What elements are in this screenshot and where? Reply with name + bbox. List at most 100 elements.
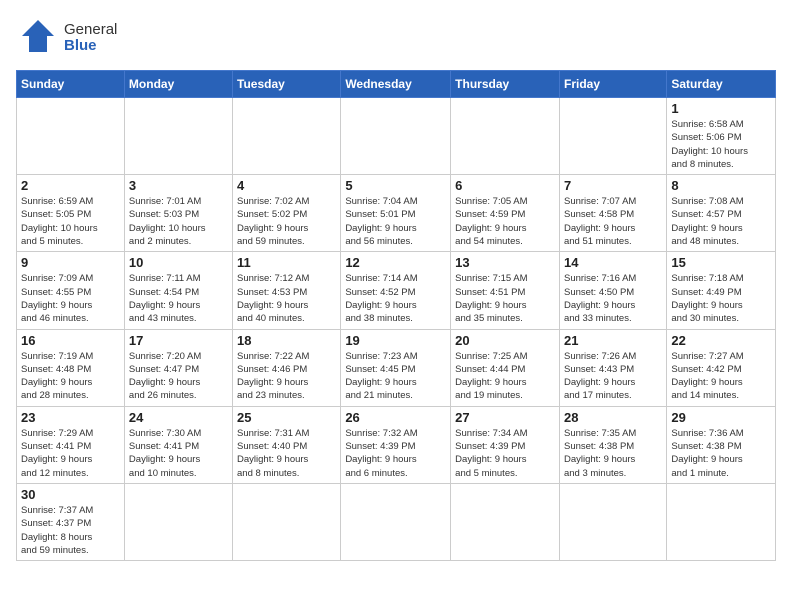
day-info: Sunrise: 7:05 AM Sunset: 4:59 PM Dayligh… <box>455 195 555 248</box>
calendar-cell: 18 Sunrise: 7:22 AM Sunset: 4:46 PM Dayli… <box>233 329 341 406</box>
week-row-6: 30 Sunrise: 7:37 AM Sunset: 4:37 PM Dayli… <box>17 483 776 560</box>
calendar-cell <box>667 483 776 560</box>
logo-blue: Blue <box>64 37 97 54</box>
day-number: 17 <box>129 333 228 348</box>
day-info: Sunrise: 7:18 AM Sunset: 4:49 PM Dayligh… <box>671 272 771 325</box>
day-number: 12 <box>345 255 446 270</box>
calendar-cell: 27Sunrise: 7:34 AM Sunset: 4:39 PM Dayli… <box>451 406 560 483</box>
calendar-cell: 4Sunrise: 7:02 AM Sunset: 5:02 PM Daylig… <box>233 175 341 252</box>
calendar-cell <box>451 483 560 560</box>
calendar-cell: 10Sunrise: 7:11 AM Sunset: 4:54 PM Dayli… <box>124 252 232 329</box>
day-info: Sunrise: 7:16 AM Sunset: 4:50 PM Dayligh… <box>564 272 662 325</box>
calendar-cell: 23 Sunrise: 7:29 AM Sunset: 4:41 PM Dayli… <box>17 406 125 483</box>
calendar-cell: 6 Sunrise: 7:05 AM Sunset: 4:59 PM Daylig… <box>451 175 560 252</box>
weekday-header-tuesday: Tuesday <box>233 71 341 98</box>
calendar-cell: 12 Sunrise: 7:14 AM Sunset: 4:52 PM Dayli… <box>341 252 451 329</box>
day-number: 25 <box>237 410 336 425</box>
day-info: Sunrise: 7:15 AM Sunset: 4:51 PM Dayligh… <box>455 272 555 325</box>
day-number: 30 <box>21 487 120 502</box>
day-number: 5 <box>345 178 446 193</box>
calendar-cell <box>559 483 666 560</box>
calendar-cell <box>559 98 666 175</box>
week-row-2: 2 Sunrise: 6:59 AM Sunset: 5:05 PM Daylig… <box>17 175 776 252</box>
day-info: Sunrise: 7:04 AM Sunset: 5:01 PM Dayligh… <box>345 195 446 248</box>
day-number: 23 <box>21 410 120 425</box>
day-number: 29 <box>671 410 771 425</box>
calendar-cell: 8Sunrise: 7:08 AM Sunset: 4:57 PM Daylig… <box>667 175 776 252</box>
calendar-cell: 14Sunrise: 7:16 AM Sunset: 4:50 PM Dayli… <box>559 252 666 329</box>
calendar-cell: 2 Sunrise: 6:59 AM Sunset: 5:05 PM Daylig… <box>17 175 125 252</box>
day-info: Sunrise: 7:29 AM Sunset: 4:41 PM Dayligh… <box>21 427 120 480</box>
calendar-cell <box>124 98 232 175</box>
day-number: 16 <box>21 333 120 348</box>
logo: General Blue <box>16 16 117 60</box>
day-info: Sunrise: 7:35 AM Sunset: 4:38 PM Dayligh… <box>564 427 662 480</box>
day-info: Sunrise: 7:37 AM Sunset: 4:37 PM Dayligh… <box>21 504 120 557</box>
day-info: Sunrise: 7:36 AM Sunset: 4:38 PM Dayligh… <box>671 427 771 480</box>
day-number: 18 <box>237 333 336 348</box>
calendar-cell <box>17 98 125 175</box>
day-info: Sunrise: 7:19 AM Sunset: 4:48 PM Dayligh… <box>21 350 120 403</box>
day-number: 13 <box>455 255 555 270</box>
logo-svg <box>16 16 60 60</box>
day-number: 22 <box>671 333 771 348</box>
day-info: Sunrise: 7:12 AM Sunset: 4:53 PM Dayligh… <box>237 272 336 325</box>
weekday-header-monday: Monday <box>124 71 232 98</box>
calendar-cell <box>341 483 451 560</box>
day-number: 9 <box>21 255 120 270</box>
day-info: Sunrise: 7:11 AM Sunset: 4:54 PM Dayligh… <box>129 272 228 325</box>
day-info: Sunrise: 7:23 AM Sunset: 4:45 PM Dayligh… <box>345 350 446 403</box>
week-row-3: 9 Sunrise: 7:09 AM Sunset: 4:55 PM Daylig… <box>17 252 776 329</box>
calendar-cell: 24 Sunrise: 7:30 AM Sunset: 4:41 PM Dayli… <box>124 406 232 483</box>
day-number: 2 <box>21 178 120 193</box>
day-info: Sunrise: 7:27 AM Sunset: 4:42 PM Dayligh… <box>671 350 771 403</box>
day-info: Sunrise: 6:58 AM Sunset: 5:06 PM Dayligh… <box>671 118 771 171</box>
calendar-cell <box>124 483 232 560</box>
day-number: 8 <box>671 178 771 193</box>
calendar-cell <box>233 98 341 175</box>
weekday-header-row: SundayMondayTuesdayWednesdayThursdayFrid… <box>17 71 776 98</box>
day-info: Sunrise: 7:32 AM Sunset: 4:39 PM Dayligh… <box>345 427 446 480</box>
calendar-cell: 21 Sunrise: 7:26 AM Sunset: 4:43 PM Dayli… <box>559 329 666 406</box>
day-number: 11 <box>237 255 336 270</box>
calendar-cell: 16 Sunrise: 7:19 AM Sunset: 4:48 PM Dayli… <box>17 329 125 406</box>
calendar-cell: 17Sunrise: 7:20 AM Sunset: 4:47 PM Dayli… <box>124 329 232 406</box>
week-row-1: 1 Sunrise: 6:58 AM Sunset: 5:06 PM Daylig… <box>17 98 776 175</box>
page-header: General Blue <box>16 16 776 60</box>
day-number: 26 <box>345 410 446 425</box>
day-info: Sunrise: 7:01 AM Sunset: 5:03 PM Dayligh… <box>129 195 228 248</box>
calendar-cell: 9 Sunrise: 7:09 AM Sunset: 4:55 PM Daylig… <box>17 252 125 329</box>
logo-container: General Blue <box>16 16 117 60</box>
calendar-cell: 5 Sunrise: 7:04 AM Sunset: 5:01 PM Daylig… <box>341 175 451 252</box>
day-info: Sunrise: 6:59 AM Sunset: 5:05 PM Dayligh… <box>21 195 120 248</box>
logo-text-block: General Blue <box>64 22 117 55</box>
calendar-cell: 22 Sunrise: 7:27 AM Sunset: 4:42 PM Dayli… <box>667 329 776 406</box>
day-info: Sunrise: 7:30 AM Sunset: 4:41 PM Dayligh… <box>129 427 228 480</box>
day-info: Sunrise: 7:07 AM Sunset: 4:58 PM Dayligh… <box>564 195 662 248</box>
calendar-cell: 26 Sunrise: 7:32 AM Sunset: 4:39 PM Dayli… <box>341 406 451 483</box>
calendar-cell: 25 Sunrise: 7:31 AM Sunset: 4:40 PM Dayli… <box>233 406 341 483</box>
day-number: 21 <box>564 333 662 348</box>
day-number: 24 <box>129 410 228 425</box>
day-number: 6 <box>455 178 555 193</box>
calendar-cell: 11 Sunrise: 7:12 AM Sunset: 4:53 PM Dayli… <box>233 252 341 329</box>
day-number: 3 <box>129 178 228 193</box>
logo-blue-line: Blue <box>64 38 117 55</box>
day-number: 7 <box>564 178 662 193</box>
calendar-cell <box>341 98 451 175</box>
day-info: Sunrise: 7:09 AM Sunset: 4:55 PM Dayligh… <box>21 272 120 325</box>
weekday-header-friday: Friday <box>559 71 666 98</box>
calendar-table: SundayMondayTuesdayWednesdayThursdayFrid… <box>16 70 776 561</box>
day-info: Sunrise: 7:14 AM Sunset: 4:52 PM Dayligh… <box>345 272 446 325</box>
day-number: 1 <box>671 101 771 116</box>
calendar-cell: 13 Sunrise: 7:15 AM Sunset: 4:51 PM Dayli… <box>451 252 560 329</box>
calendar-cell <box>451 98 560 175</box>
calendar-cell: 19 Sunrise: 7:23 AM Sunset: 4:45 PM Dayli… <box>341 329 451 406</box>
day-number: 28 <box>564 410 662 425</box>
day-info: Sunrise: 7:22 AM Sunset: 4:46 PM Dayligh… <box>237 350 336 403</box>
logo-general: General <box>64 21 117 38</box>
day-info: Sunrise: 7:31 AM Sunset: 4:40 PM Dayligh… <box>237 427 336 480</box>
week-row-5: 23 Sunrise: 7:29 AM Sunset: 4:41 PM Dayli… <box>17 406 776 483</box>
day-number: 19 <box>345 333 446 348</box>
day-info: Sunrise: 7:26 AM Sunset: 4:43 PM Dayligh… <box>564 350 662 403</box>
